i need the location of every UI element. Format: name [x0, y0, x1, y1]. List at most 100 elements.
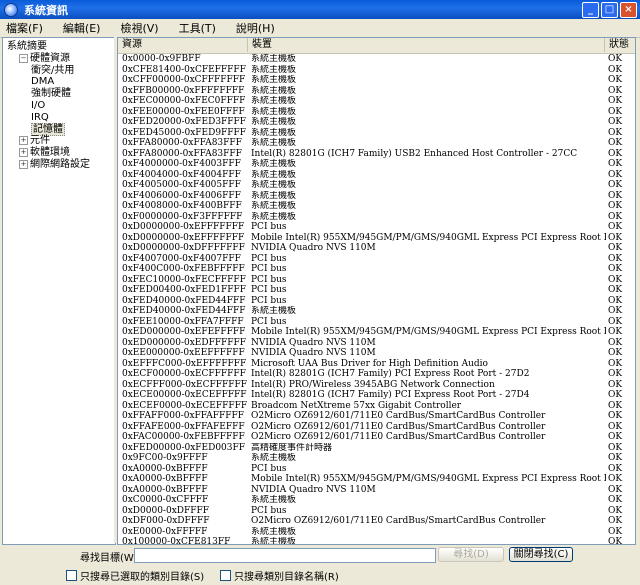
expand-icon[interactable]: +: [19, 148, 28, 158]
table-row[interactable]: 0xD0000000-0xEFFFFFFF PCI bus OK: [118, 222, 635, 233]
tree-node[interactable]: + 網際網路設定: [19, 159, 90, 170]
search-selected-option[interactable]: 只搜尋已選取的類別目錄(S): [66, 568, 204, 583]
table-row[interactable]: 0xECF00000-0xECFFFFFF Intel(R) 82801G (IC…: [118, 369, 635, 380]
table-row[interactable]: 0xF4005000-0xF4005FFF 系統主機板 OK: [118, 180, 635, 191]
menu-help[interactable]: 說明(H): [236, 20, 275, 36]
table-row[interactable]: 0x9FC00-0x9FFFF 系統主機板 OK: [118, 453, 635, 464]
expand-icon[interactable]: +: [19, 160, 28, 169]
device-cell: Intel(R) 82801G (ICH7 Family) USB2 Enhan…: [251, 148, 578, 159]
resource-cell: 0xF4004000-0xF4004FFF: [122, 169, 241, 180]
table-row[interactable]: 0xDF000-0xDFFFF O2Micro OZ6912/601/711E0 …: [118, 516, 635, 527]
table-row[interactable]: 0x0000-0x9FBFF 系統主機板 OK: [118, 54, 635, 65]
table-row[interactable]: 0xF4006000-0xF4006FFF 系統主機板 OK: [118, 191, 635, 202]
table-row[interactable]: 0xFEE00000-0xFEE0FFFF 系統主機板 OK: [118, 107, 635, 118]
table-row[interactable]: 0xA0000-0xBFFFF Mobile Intel(R) 955XM/945…: [118, 474, 635, 485]
resource-cell: 0xFFAFF000-0xFFAFFFFF: [122, 411, 244, 421]
table-row[interactable]: 0xD0000-0xDFFFF PCI bus OK: [118, 506, 635, 517]
find-button[interactable]: 尋找(D): [438, 547, 504, 562]
table-row[interactable]: 0xFEE10000-0xFFA7FFFF PCI bus OK: [118, 317, 635, 328]
tree-node[interactable]: IRQ: [31, 112, 49, 123]
details-list[interactable]: 資源 裝置 狀態 0x0000-0x9FBFF 系統主機板 OK 0xCFE81400…: [117, 37, 636, 545]
column-header-device[interactable]: 裝置: [248, 38, 605, 52]
menu-edit[interactable]: 編輯(E): [63, 20, 101, 36]
resource-cell: 0xE0000-0xFFFFF: [122, 526, 208, 537]
device-cell: 系統主機板: [251, 526, 297, 537]
menu-file[interactable]: 檔案(F): [6, 20, 43, 36]
minimize-button[interactable]: _: [582, 2, 599, 18]
search-names-checkbox[interactable]: [220, 570, 231, 581]
resource-cell: 0xF400C000-0xFEBFFFFF: [122, 264, 245, 274]
table-row[interactable]: 0xFEC00000-0xFEC0FFFF 系統主機板 OK: [118, 96, 635, 107]
find-input[interactable]: [134, 548, 436, 563]
tree-node[interactable]: + 軟體環境: [19, 147, 70, 158]
table-row[interactable]: 0xECE00000-0xECEFFFFF Intel(R) 82801G (IC…: [118, 390, 635, 401]
table-row[interactable]: 0xF4008000-0xF400BFFF 系統主機板 OK: [118, 201, 635, 212]
table-row[interactable]: 0xFED40000-0xFED44FFF PCI bus OK: [118, 296, 635, 307]
table-row[interactable]: 0xC0000-0xCFFFF 系統主機板 OK: [118, 495, 635, 506]
tree-node[interactable]: 衝突/共用: [31, 65, 74, 76]
table-row[interactable]: 0x100000-0xCFE813FF 系統主機板 OK: [118, 537, 635, 545]
table-row[interactable]: 0xFAC00000-0xFEBFFFFF O2Micro OZ6912/601/…: [118, 432, 635, 443]
tree-node[interactable]: 記憶體: [31, 122, 65, 136]
tree-node[interactable]: 強制硬體: [31, 88, 71, 99]
table-row[interactable]: 0xF4004000-0xF4004FFF 系統主機板 OK: [118, 170, 635, 181]
table-row[interactable]: 0xECFFF000-0xECFFFFFF Intel(R) PRO/Wirele…: [118, 380, 635, 391]
table-row[interactable]: 0xFED20000-0xFED3FFFF 系統主機板 OK: [118, 117, 635, 128]
table-row[interactable]: 0xF0000000-0xF3FFFFFF 系統主機板 OK: [118, 212, 635, 223]
device-cell: 高精確度事件計時器: [251, 442, 333, 453]
column-header-status[interactable]: 狀態: [605, 38, 635, 52]
device-cell: 系統主機板: [251, 537, 297, 545]
tree-node[interactable]: DMA: [31, 76, 54, 87]
table-row[interactable]: 0xED000000-0xEDFFFFFF NVIDIA Quadro NVS 1…: [118, 338, 635, 349]
tree-node[interactable]: 系統摘要: [7, 41, 47, 52]
table-row[interactable]: 0xD0000000-0xEFFFFFFF Mobile Intel(R) 955…: [118, 233, 635, 244]
table-row[interactable]: 0xCFF00000-0xCFFFFFFF 系統主機板 OK: [118, 75, 635, 86]
table-row[interactable]: 0xED000000-0xEFEFFFFF Mobile Intel(R) 955…: [118, 327, 635, 338]
table-row[interactable]: 0xFFB00000-0xFFFFFFFF 系統主機板 OK: [118, 86, 635, 97]
table-row[interactable]: 0xFEC10000-0xFECFFFFF PCI bus OK: [118, 275, 635, 286]
status-cell: OK: [608, 211, 623, 222]
tree-node[interactable]: I/O: [31, 100, 45, 111]
table-row[interactable]: 0xFED00000-0xFED003FF 高精確度事件計時器 OK: [118, 443, 635, 454]
status-cell: OK: [608, 127, 623, 138]
search-selected-checkbox[interactable]: [66, 570, 77, 581]
device-cell: Intel(R) 82801G (ICH7 Family) PCI Expres…: [251, 390, 530, 400]
table-row[interactable]: 0xF4000000-0xF4003FFF 系統主機板 OK: [118, 159, 635, 170]
tree-node[interactable]: − 硬體資源: [19, 53, 70, 64]
column-header-resource[interactable]: 資源: [118, 38, 248, 52]
menu-bar: 檔案(F) 編輯(E) 檢視(V) 工具(T) 說明(H): [0, 19, 640, 38]
menu-view[interactable]: 檢視(V): [120, 20, 158, 36]
close-find-button[interactable]: 關閉尋找(C): [509, 547, 573, 562]
table-row[interactable]: 0xFED45000-0xFED9FFFF 系統主機板 OK: [118, 128, 635, 139]
expand-icon[interactable]: +: [19, 136, 28, 146]
device-cell: NVIDIA Quadro NVS 110M: [251, 484, 376, 495]
tree-node[interactable]: + 元件: [19, 135, 50, 146]
table-row[interactable]: 0xE0000-0xFFFFF 系統主機板 OK: [118, 527, 635, 538]
table-row[interactable]: 0xECEF0000-0xECEFFFFF Broadcom NetXtreme …: [118, 401, 635, 412]
window-controls: _ □ ×: [582, 2, 637, 18]
table-row[interactable]: 0xCFE81400-0xCFEFFFFF 系統主機板 OK: [118, 65, 635, 76]
tree-node-label: 系統摘要: [7, 41, 47, 52]
table-row[interactable]: 0xA0000-0xBFFFF PCI bus OK: [118, 464, 635, 475]
table-row[interactable]: 0xFED00400-0xFED1FFFF PCI bus OK: [118, 285, 635, 296]
search-names-option[interactable]: 只搜尋類別目錄名稱(R): [220, 568, 339, 583]
table-row[interactable]: 0xF400C000-0xFEBFFFFF PCI bus OK: [118, 264, 635, 275]
collapse-icon[interactable]: −: [19, 53, 28, 63]
table-row[interactable]: 0xA0000-0xBFFFF NVIDIA Quadro NVS 110M OK: [118, 485, 635, 496]
table-row[interactable]: 0xD0000000-0xDFFFFFFF NVIDIA Quadro NVS 1…: [118, 243, 635, 254]
category-tree[interactable]: 系統摘要 − 硬體資源 衝突/共用 DMA 強制硬體 I/O IRQ 記憶體 + 元件 + 軟體環境 + 網…: [2, 37, 116, 545]
table-row[interactable]: 0xFFAFE000-0xFFAFEFFF O2Micro OZ6912/601/…: [118, 422, 635, 433]
table-row[interactable]: 0xFED40000-0xFED44FFF 系統主機板 OK: [118, 306, 635, 317]
table-row[interactable]: 0xF4007000-0xF4007FFF PCI bus OK: [118, 254, 635, 265]
maximize-button[interactable]: □: [601, 2, 618, 18]
table-row[interactable]: 0xEFFFC000-0xEFFFFFFF Microsoft UAA Bus D…: [118, 359, 635, 370]
device-cell: NVIDIA Quadro NVS 110M: [251, 243, 376, 253]
table-row[interactable]: 0xEE000000-0xEEFFFFFF NVIDIA Quadro NVS 1…: [118, 348, 635, 359]
menu-tools[interactable]: 工具(T): [179, 20, 216, 36]
close-button[interactable]: ×: [620, 2, 637, 18]
table-row[interactable]: 0xFFA80000-0xFFA83FFF 系統主機板 OK: [118, 138, 635, 149]
device-cell: 系統主機板: [251, 180, 297, 190]
status-cell: OK: [608, 505, 623, 516]
table-row[interactable]: 0xFFA80000-0xFFA83FFF Intel(R) 82801G (IC…: [118, 149, 635, 160]
table-row[interactable]: 0xFFAFF000-0xFFAFFFFF O2Micro OZ6912/601/…: [118, 411, 635, 422]
